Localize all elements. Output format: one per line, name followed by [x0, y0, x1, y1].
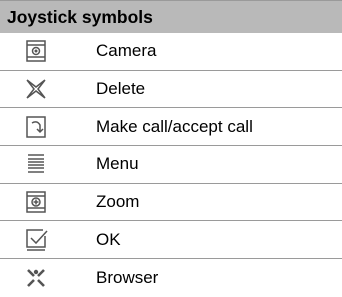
row-label: Zoom [96, 192, 140, 212]
joystick-symbols-table: Joystick symbols Camera Delete Make call… [0, 0, 342, 297]
table-title: Joystick symbols [7, 7, 153, 27]
row-label: Menu [96, 154, 139, 174]
row-label: Make call/accept call [96, 116, 253, 136]
table-row: Delete [0, 71, 342, 109]
table-body: Camera Delete Make call/accept call Menu… [0, 33, 342, 297]
table-row: Menu [0, 146, 342, 184]
table-row: OK [0, 221, 342, 260]
row-label: OK [96, 229, 121, 249]
zoom-icon [0, 184, 72, 221]
row-label: Delete [96, 79, 146, 99]
table-row: Browser [0, 259, 342, 297]
table-row: Zoom [0, 184, 342, 222]
delete-icon [0, 71, 72, 108]
menu-icon [0, 146, 72, 183]
row-label: Browser [96, 267, 159, 287]
ok-icon [0, 221, 72, 258]
browser-icon [0, 259, 72, 297]
camera-icon [0, 33, 72, 70]
table-row: Make call/accept call [0, 108, 342, 147]
make-call-icon [0, 108, 72, 145]
row-label: Camera [96, 41, 157, 61]
table-header: Joystick symbols [0, 0, 342, 33]
table-row: Camera [0, 33, 342, 71]
